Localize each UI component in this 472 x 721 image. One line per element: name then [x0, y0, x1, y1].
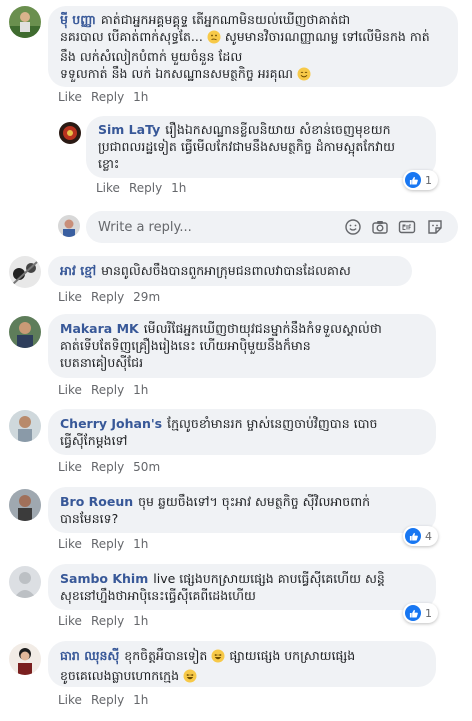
emoji-icon[interactable] — [344, 218, 362, 236]
reply-link[interactable]: Reply — [129, 181, 162, 195]
comment-bubble: Makara MK មើលរីផែអ្នកឃើញថាយុវជនម្នាក់នឹងក… — [48, 314, 436, 378]
reply-link[interactable]: Reply — [91, 693, 124, 707]
reactions-badge[interactable]: 1 — [403, 170, 438, 190]
comment-author[interactable]: Cherry Johan's — [60, 416, 162, 431]
reply-link[interactable]: Reply — [91, 90, 124, 104]
reply-box — [86, 211, 458, 243]
camera-icon[interactable] — [371, 218, 389, 236]
avatar[interactable] — [9, 489, 41, 521]
comment-text: live ផ្សេងបកស្រាយផ្សេង គាបធ្វើស៊ីគេហើយ ស… — [153, 571, 385, 586]
like-link[interactable]: Like — [58, 460, 82, 474]
comment-bubble: ម៉ី បញ្ញា គាត់ជាអ្នកអគ្គមគ្គុទ្ទ តើអ្នកណា… — [48, 6, 458, 87]
comment-text: ខ្លោះ — [98, 156, 120, 171]
reactions-badge[interactable]: 1 — [403, 603, 438, 623]
avatar[interactable] — [9, 643, 41, 675]
comment-bubble: Sim LaTy រឿងឯកសណ្ឋានខ្លីលនិយាយ សំខាន់ចេញម… — [86, 116, 436, 178]
reaction-count: 4 — [425, 529, 432, 543]
like-link[interactable]: Like — [96, 181, 120, 195]
like-link[interactable]: Like — [58, 383, 82, 397]
like-link[interactable]: Like — [58, 537, 82, 551]
comment-time[interactable]: 1h — [133, 90, 148, 104]
avatar[interactable] — [9, 6, 41, 38]
comment-actions: Like Reply 1h — [58, 90, 148, 104]
comment-text: បេតនាគៀបស៊ីជែរ — [60, 355, 144, 370]
comment-text: ខុកចិត្តអឺបានទៀត — [124, 648, 208, 663]
comment-time[interactable]: 29m — [133, 290, 160, 304]
comment-author[interactable]: អាវ ខ្មៅ — [60, 263, 96, 278]
like-reaction-icon — [405, 605, 421, 621]
comment-actions: Like Reply 1h — [58, 383, 148, 397]
comment-text: រឿងឯកសណ្ឋានខ្លីលនិយាយ សំខាន់ចេញមុខយក — [165, 122, 391, 137]
comment-actions: Like Reply 1h — [58, 693, 148, 707]
avatar[interactable] — [9, 410, 41, 442]
comment-time[interactable]: 1h — [133, 614, 148, 628]
like-reaction-icon — [405, 172, 421, 188]
reaction-count: 1 — [425, 173, 432, 187]
comment-bubble: Sambo Khim live ផ្សេងបកស្រាយផ្សេង គាបធ្វើ… — [48, 564, 436, 610]
like-reaction-icon — [405, 528, 421, 544]
laughing-emoji-icon — [211, 649, 225, 667]
comment-text: មានពូលិសចឹងបានពួកអាក្រុមជនពាលវាបានដែលគាស — [101, 263, 351, 278]
comment-bubble: Bro Roeun ចុម ឆ្លយចឹងទៅ។ ចុះអាវ សមត្ថកិច្… — [48, 487, 436, 533]
avatar[interactable] — [9, 316, 41, 348]
comment-text: ប្រជាពលរដ្ឋទៀត ធ្វើមើលកែវជាមនឹងសមត្ថកិច្… — [98, 139, 396, 154]
comment-bubble: Cherry Johan's ក្មែលូចខាំមានរក ម្ចាស់នេញច… — [48, 409, 436, 455]
comment-actions: Like Reply 50m — [58, 460, 160, 474]
comment-actions: Like Reply 1h — [58, 614, 148, 628]
comment-author[interactable]: Makara MK — [60, 321, 139, 336]
reactions-badge[interactable]: 4 — [403, 526, 438, 546]
comment-text: គាត់ជាអ្នកអគ្គមគ្គុទ្ទ តើអ្នកណាមិនយល់ឃើញ… — [100, 12, 351, 27]
thinking-emoji-icon — [207, 30, 221, 48]
smile-emoji-icon — [297, 67, 311, 85]
comment-bubble: ធារា ឈុនស៊ី ខុកចិត្តអឺបានទៀត ផ្សាយផ្សេង ប… — [48, 641, 436, 687]
like-link[interactable]: Like — [58, 693, 82, 707]
comment-actions: Like Reply 1h — [96, 181, 186, 195]
reply-link[interactable]: Reply — [91, 290, 124, 304]
comment-text: គាត់ទើបតែទិញគ្រឿងរៀងនេះ ហើយអាប៉ិមួយនឹងក៏… — [60, 338, 311, 353]
comment-text: ខូចគេលេងធ្លាបហោកក្មេង — [60, 668, 180, 683]
comment-time[interactable]: 1h — [133, 383, 148, 397]
sticker-icon[interactable] — [426, 218, 444, 236]
comment-text: នគរបាល បើគាត់ពាក់សុទ្ធតែ... — [60, 29, 203, 44]
like-link[interactable]: Like — [58, 290, 82, 304]
reaction-count: 1 — [425, 606, 432, 620]
comment-time[interactable]: 50m — [133, 460, 160, 474]
avatar[interactable] — [9, 566, 41, 598]
comment-author[interactable]: Sambo Khim — [60, 571, 148, 586]
gif-icon[interactable] — [398, 218, 416, 236]
comment-text: ផ្សាយផ្សេង បកស្រាយផ្សេង — [229, 648, 356, 663]
reply-link[interactable]: Reply — [91, 614, 124, 628]
comment-text: ចុម ឆ្លយចឹងទៅ។ ចុះអាវ សមត្ថកិច្ច ស៊ីវិលអ… — [138, 494, 371, 509]
comment-text: បានមែនទេ? — [60, 511, 119, 526]
comment-text: សុខនៅហ្នឹងថាអាប៉ិនេះធ្វើស៊ីគេពីដេងហើយ — [60, 588, 256, 603]
comment-bubble: អាវ ខ្មៅ មានពូលិសចឹងបានពួកអាក្រុមជនពាលវាប… — [48, 256, 412, 286]
comment-text: មើលរីផែអ្នកឃើញថាយុវជនម្នាក់នឹងកំទទួលស្គា… — [143, 321, 382, 336]
comments-thread: ម៉ី បញ្ញា គាត់ជាអ្នកអគ្គមគ្គុទ្ទ តើអ្នកណា… — [0, 0, 472, 721]
comment-actions: Like Reply 29m — [58, 290, 160, 304]
reply-input[interactable] — [98, 217, 328, 237]
reply-link[interactable]: Reply — [91, 383, 124, 397]
avatar[interactable] — [59, 122, 81, 144]
avatar[interactable] — [9, 256, 41, 288]
comment-author[interactable]: Sim LaTy — [98, 122, 160, 137]
current-user-avatar — [58, 215, 80, 237]
comment-actions: Like Reply 1h — [58, 537, 148, 551]
comment-text: ធ្វើស៊ីកែម្តងទៅ — [60, 433, 128, 448]
comment-text: ក្មែលូចខាំមានរក ម្ចាស់នេញចាប់វិញបាន បោច — [167, 416, 378, 431]
comment-author[interactable]: ម៉ី បញ្ញា — [60, 12, 96, 27]
comment-time[interactable]: 1h — [171, 181, 186, 195]
comment-time[interactable]: 1h — [133, 693, 148, 707]
comment-time[interactable]: 1h — [133, 537, 148, 551]
comment-author[interactable]: ធារា ឈុនស៊ី — [60, 648, 119, 663]
comment-text: ទទួលកាត់ នឹង លក់ ឯកសណ្ឋានសមត្ថកិច្ច អរគុ… — [60, 66, 293, 81]
reply-link[interactable]: Reply — [91, 537, 124, 551]
laughing-emoji-icon — [183, 669, 197, 687]
comment-author[interactable]: Bro Roeun — [60, 494, 133, 509]
like-link[interactable]: Like — [58, 90, 82, 104]
reply-link[interactable]: Reply — [91, 460, 124, 474]
like-link[interactable]: Like — [58, 614, 82, 628]
